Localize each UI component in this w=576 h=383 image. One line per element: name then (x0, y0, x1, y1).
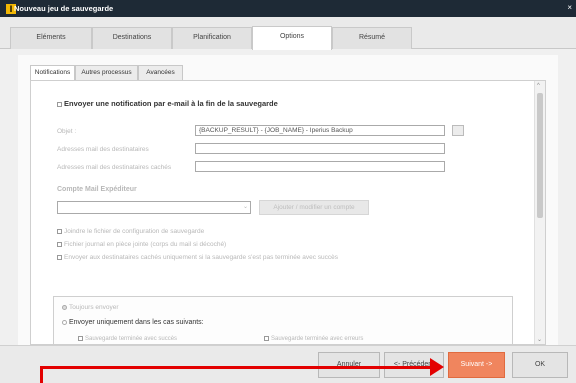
tab-options[interactable]: Options (252, 26, 332, 50)
title-bar: I Nouveau jeu de sauvegarde × (0, 0, 576, 17)
send-only-cases-row[interactable]: Envoyer uniquement dans les cas suivants… (62, 319, 204, 326)
wizard-footer: Annuler <- Précédent Suivant -> OK (0, 345, 576, 383)
sender-account-select[interactable]: ⌄ (57, 201, 251, 214)
main-tabs: Eléments Destinations Planification Opti… (0, 17, 576, 50)
annotation-arrow-head-icon (430, 358, 444, 376)
scrollbar-thumb[interactable] (537, 93, 543, 218)
attach-log-row[interactable]: Fichier journal en pièce jointe (corps d… (57, 241, 226, 248)
subtab-autres-processus[interactable]: Autres processus (75, 65, 138, 81)
always-send-radio[interactable] (62, 304, 67, 310)
enable-notification-checkbox[interactable] (57, 101, 62, 107)
notifications-content: Envoyer une notification par e-mail à la… (30, 80, 546, 345)
subject-input[interactable]: {BACKUP_RESULT} - {JOB_NAME} - Iperius B… (195, 125, 445, 136)
send-hidden-only-checkbox[interactable] (57, 254, 62, 260)
tab-planification[interactable]: Planification (172, 27, 252, 49)
attach-log-label: Fichier journal en pièce jointe (corps d… (64, 241, 227, 248)
sender-section-title: Compte Mail Expéditeur (57, 186, 137, 193)
subtab-notifications[interactable]: Notifications (30, 65, 75, 81)
attach-config-checkbox[interactable] (57, 228, 62, 234)
subject-variables-button[interactable] (452, 125, 464, 136)
send-only-cases-radio[interactable] (62, 319, 67, 325)
bcc-label: Adresses mail des destinataires cachés (57, 164, 172, 171)
window-title: Nouveau jeu de sauvegarde (14, 4, 114, 13)
vertical-scrollbar[interactable]: ^ ⌄ (534, 81, 545, 344)
chevron-down-icon: ⌄ (242, 204, 248, 210)
subtab-avancees[interactable]: Avancées (138, 65, 183, 81)
cancel-button[interactable]: Annuler (318, 352, 380, 378)
case-success-checkbox[interactable] (78, 336, 83, 341)
case-error-row[interactable]: Sauvegarde terminée avec erreurs (264, 336, 363, 342)
case-error-label: Sauvegarde terminée avec erreurs (271, 336, 364, 343)
enable-notification-label: Envoyer une notification par e-mail à la… (64, 99, 278, 108)
ok-button[interactable]: OK (512, 352, 568, 378)
attach-config-label: Joindre le fichier de configuration de s… (64, 228, 205, 235)
send-conditions-group: Toujours envoyer Envoyer uniquement dans… (53, 296, 513, 344)
tab-elements[interactable]: Eléments (10, 27, 92, 49)
enable-notification-row[interactable]: Envoyer une notification par e-mail à la… (57, 99, 278, 108)
always-send-row[interactable]: Toujours envoyer (62, 304, 119, 311)
attach-config-row[interactable]: Joindre le fichier de configuration de s… (57, 228, 204, 235)
send-hidden-only-row[interactable]: Envoyer aux destinataires cachés uniquem… (57, 254, 338, 261)
close-icon[interactable]: × (567, 3, 572, 12)
recipients-input[interactable] (195, 143, 445, 154)
case-error-checkbox[interactable] (264, 336, 269, 341)
subject-label: Objet : (57, 128, 77, 135)
annotation-arrow-line (40, 366, 438, 369)
options-panel: Notifications Autres processus Avancées … (18, 55, 558, 345)
add-account-button[interactable]: Ajouter / modifier un compte (259, 200, 369, 215)
scroll-up-icon[interactable]: ^ (537, 83, 540, 89)
always-send-label: Toujours envoyer (69, 304, 119, 311)
tab-resume[interactable]: Résumé (332, 27, 412, 49)
attach-log-checkbox[interactable] (57, 241, 62, 247)
scroll-down-icon[interactable]: ⌄ (537, 336, 542, 343)
next-button[interactable]: Suivant -> (448, 352, 505, 378)
tab-destinations[interactable]: Destinations (92, 27, 172, 49)
case-success-label: Sauvegarde terminée avec succès (85, 336, 178, 343)
case-success-row[interactable]: Sauvegarde terminée avec succès (78, 336, 177, 342)
bcc-input[interactable] (195, 161, 445, 172)
recipients-label: Adresses mail des destinataires (57, 146, 149, 153)
send-only-cases-label: Envoyer uniquement dans les cas suivants… (69, 319, 204, 326)
send-hidden-only-label: Envoyer aux destinataires cachés uniquem… (64, 254, 339, 261)
